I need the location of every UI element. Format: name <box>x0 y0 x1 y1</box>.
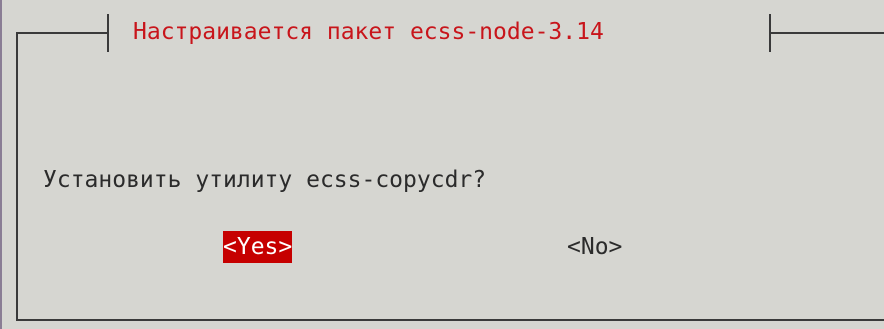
dialog-frame-top-right <box>769 32 884 34</box>
dialog-question: Установить утилиту ecss-copycdr? <box>43 167 487 193</box>
window-left-edge <box>0 0 2 329</box>
title-bracket-right <box>769 14 771 52</box>
dialog-title: Настраивается пакет ecss-node-3.14 <box>133 19 604 45</box>
dialog-frame-bottom <box>16 319 884 321</box>
yes-button[interactable]: <Yes> <box>223 231 293 263</box>
debconf-dialog-screen: Настраивается пакет ecss-node-3.14 Устан… <box>0 0 884 329</box>
title-bracket-left <box>107 14 109 52</box>
no-button[interactable]: <No> <box>567 231 622 263</box>
dialog-frame-left <box>16 32 18 321</box>
dialog-frame-top-left <box>16 32 108 34</box>
